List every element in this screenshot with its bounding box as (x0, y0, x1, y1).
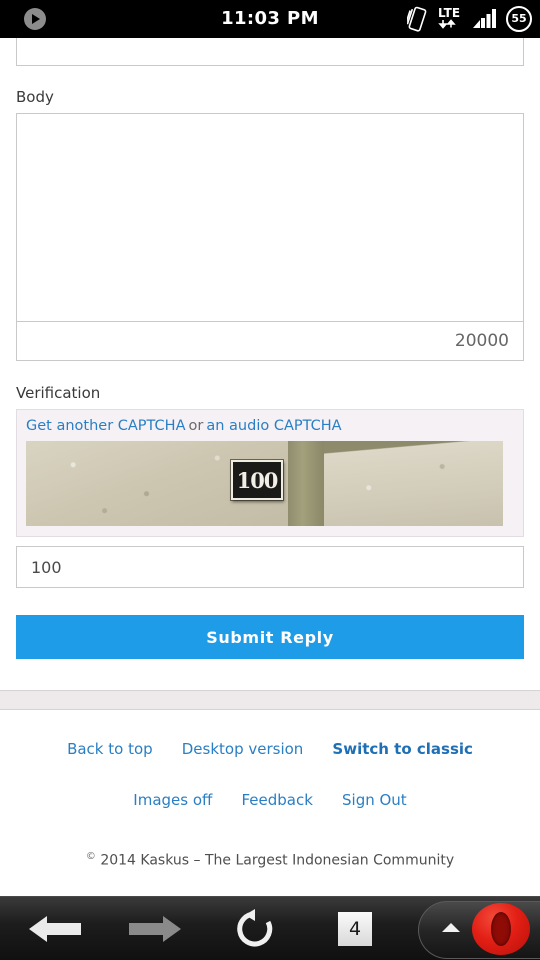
opera-logo-icon[interactable] (472, 903, 530, 955)
captcha-links-separator: or (188, 418, 204, 434)
back-button[interactable] (10, 897, 100, 960)
captcha-answer-input[interactable]: 100 (16, 546, 524, 588)
footer-links-row-1: Back to top Desktop version Switch to cl… (0, 739, 540, 758)
subject-input-partial[interactable] (16, 38, 524, 66)
data-transfer-arrows-icon (438, 19, 456, 29)
back-arrow-icon (29, 916, 81, 942)
tab-count-label: 4 (338, 902, 380, 946)
status-bar: 11:03 PM LTE 55 (0, 0, 540, 38)
captcha-links: Get another CAPTCHA or an audio CAPTCHA (26, 418, 514, 434)
status-indicators: LTE 55 (407, 0, 532, 38)
captcha-answer-value: 100 (31, 557, 62, 577)
opera-menu-group (410, 897, 540, 960)
battery-status-icon: 55 (506, 6, 532, 32)
lte-network-icon: LTE (438, 6, 460, 29)
webpage-content: Body 20000 Verification Get another CAPT… (0, 38, 540, 896)
verification-label: Verification (16, 384, 101, 402)
battery-level-label: 55 (511, 12, 527, 25)
switch-to-classic-link[interactable]: Switch to classic (332, 740, 473, 758)
forward-arrow-icon (129, 916, 181, 942)
char-counter-box: 20000 (16, 321, 524, 361)
sign-out-link[interactable]: Sign Out (342, 791, 407, 809)
body-label: Body (16, 88, 54, 106)
captcha-number-plate: 100 (231, 460, 283, 500)
mobile-screen: 11:03 PM LTE 55 Body 20000 Verification … (0, 0, 540, 960)
signal-bars-icon (473, 9, 496, 28)
copyright-text: 2014 Kaskus – The Largest Indonesian Com… (100, 852, 455, 869)
desktop-version-link[interactable]: Desktop version (182, 740, 304, 758)
captcha-image: 100 (26, 441, 503, 526)
get-another-captcha-link[interactable]: Get another CAPTCHA (26, 418, 186, 434)
captcha-number-text: 100 (236, 467, 279, 493)
vibrate-phone-icon (407, 6, 427, 32)
svg-text:LTE: LTE (438, 6, 460, 20)
captcha-pillar (288, 441, 324, 526)
reload-button[interactable] (215, 897, 295, 960)
images-off-link[interactable]: Images off (133, 791, 212, 809)
body-textarea[interactable] (16, 113, 524, 321)
audio-captcha-link[interactable]: an audio CAPTCHA (206, 418, 341, 434)
forward-button[interactable] (110, 897, 200, 960)
char-counter-label: 20000 (454, 331, 509, 351)
copyright-mark: © (85, 851, 96, 862)
captcha-wall-right (324, 441, 503, 526)
footer-separator (0, 690, 540, 710)
chevron-up-icon[interactable] (442, 923, 460, 932)
reload-icon (237, 909, 273, 947)
captcha-panel: Get another CAPTCHA or an audio CAPTCHA 10… (16, 409, 524, 537)
footer-links-row-2: Images off Feedback Sign Out (0, 790, 540, 809)
submit-reply-button[interactable]: Submit Reply (16, 615, 524, 659)
copyright-notice: © 2014 Kaskus – The Largest Indonesian C… (0, 851, 540, 869)
feedback-link[interactable]: Feedback (241, 791, 312, 809)
browser-navigation-bar: 4 (0, 896, 540, 960)
tab-switcher-button[interactable]: 4 (315, 897, 395, 960)
back-to-top-link[interactable]: Back to top (67, 740, 153, 758)
